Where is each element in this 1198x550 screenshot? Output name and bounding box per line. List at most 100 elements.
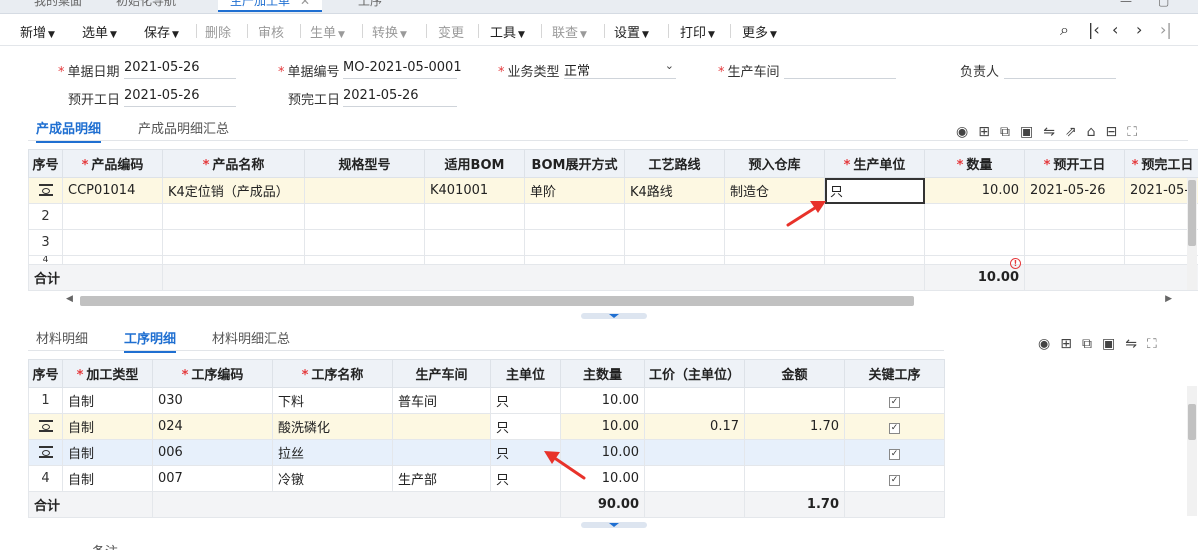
batch-fill-icon[interactable]: ▣ (1020, 124, 1043, 140)
cell-main-unit[interactable]: 只 (490, 465, 561, 492)
cell-process-type[interactable]: 自制 (62, 413, 153, 440)
col-plan-end[interactable]: * 预完工日 (1124, 149, 1198, 178)
process-grid-vscroll[interactable] (1187, 386, 1197, 516)
cell-process-code[interactable]: 030 (152, 387, 273, 414)
export-icon[interactable]: ⇗ (1065, 124, 1087, 140)
scroll-left-icon[interactable]: ◀ (66, 294, 73, 304)
cell-warehouse[interactable]: 制造仓 (724, 177, 825, 204)
table-row[interactable]: 自制 006 拉丝 只 10.00 ✓ (28, 439, 945, 466)
cell-key-process[interactable]: ✓ (844, 413, 945, 440)
cell-bom[interactable]: K401001 (424, 177, 525, 204)
plan-start-field[interactable]: 2021-05-26 (124, 87, 236, 107)
cell-process-code[interactable]: 007 (152, 465, 273, 492)
key-process-checkbox[interactable]: ✓ (889, 475, 900, 486)
col-main-unit[interactable]: 主单位 (490, 359, 561, 388)
doc-date-field[interactable]: 2021-05-26 (124, 59, 236, 79)
tab-init-nav[interactable]: 初始化导航 (116, 0, 176, 12)
close-icon[interactable]: ✕ (300, 0, 310, 8)
cell-bom-mode[interactable]: 单阶 (524, 177, 625, 204)
cell-qty[interactable] (924, 229, 1025, 256)
more-button[interactable]: 更多 ▼ (742, 22, 777, 41)
locate-icon[interactable]: ◉ (1038, 336, 1060, 352)
first-record-icon[interactable]: |‹ (1088, 20, 1100, 39)
cell-product-code[interactable] (62, 203, 163, 230)
cell-main-qty[interactable]: 10.00 (560, 465, 645, 492)
cell-process-code[interactable]: 006 (152, 439, 273, 466)
table-row[interactable]: 4 (28, 255, 1198, 265)
new-button[interactable]: 新增 ▼ (20, 22, 55, 41)
cell-workshop[interactable] (392, 439, 491, 466)
row-action-icon[interactable] (28, 177, 63, 204)
cell-warehouse[interactable] (724, 229, 825, 256)
key-process-checkbox[interactable]: ✓ (889, 423, 900, 434)
cell-route[interactable]: K4路线 (624, 177, 725, 204)
cell-route[interactable] (624, 203, 725, 230)
cell-main-unit[interactable]: 只 (490, 439, 561, 466)
table-row[interactable]: 1 自制 030 下料 普车间 只 10.00 ✓ (28, 387, 945, 414)
tab-material-summary[interactable]: 材料明细汇总 (212, 328, 290, 347)
biz-type-select[interactable]: 正常 ⌄ (564, 59, 676, 79)
search-doc-icon[interactable]: ⌕ (1060, 20, 1069, 40)
cell-amount[interactable]: 1.70 (744, 413, 845, 440)
cell-process-name[interactable]: 下料 (272, 387, 393, 414)
cell-bom[interactable] (424, 229, 525, 256)
col-warehouse[interactable]: 预入仓库 (724, 149, 825, 178)
cell-spec[interactable] (304, 203, 425, 230)
cell-process-name[interactable]: 冷镦 (272, 465, 393, 492)
tab-material-detail[interactable]: 材料明细 (36, 328, 88, 347)
col-route[interactable]: 工艺路线 (624, 149, 725, 178)
scroll-thumb[interactable] (1188, 404, 1196, 440)
cell-main-qty[interactable]: 10.00 (560, 439, 645, 466)
col-amount[interactable]: 金额 (744, 359, 845, 388)
cell-process-type[interactable]: 自制 (62, 439, 153, 466)
select-button[interactable]: 选单 ▼ (82, 22, 117, 41)
cell-unit-price[interactable] (644, 465, 745, 492)
key-process-checkbox[interactable]: ✓ (889, 397, 900, 408)
col-product-name[interactable]: * 产品名称 (162, 149, 305, 178)
cell-amount[interactable] (744, 439, 845, 466)
generate-button[interactable]: 生单 ▼ (310, 22, 345, 41)
cell-main-unit[interactable]: 只 (490, 387, 561, 414)
print-button[interactable]: 打印 ▼ (680, 22, 715, 41)
cell-spec[interactable] (304, 229, 425, 256)
product-grid-hscroll[interactable]: ◀ ▶ (64, 294, 1174, 308)
cell-unit[interactable] (824, 203, 925, 230)
row-action-icon[interactable] (28, 413, 63, 440)
col-product-code[interactable]: * 产品编码 (62, 149, 163, 178)
cell-product-name[interactable]: K4定位销（产成品） (162, 177, 305, 204)
cell-unit-price[interactable]: 0.17 (644, 413, 745, 440)
cell-key-process[interactable]: ✓ (844, 439, 945, 466)
tab-my-desktop[interactable]: 我的桌面 (34, 0, 82, 12)
query-button[interactable]: 联查 ▼ (552, 22, 587, 41)
col-key-process[interactable]: 关键工序 (844, 359, 945, 388)
cell-qty[interactable] (924, 203, 1025, 230)
col-process-name[interactable]: * 工序名称 (272, 359, 393, 388)
cell-product-code[interactable] (62, 229, 163, 256)
maximize-icon[interactable]: ▢ (1158, 0, 1169, 8)
cell-route[interactable] (624, 229, 725, 256)
plan-end-field[interactable]: 2021-05-26 (343, 87, 457, 107)
cell-plan-start[interactable] (1024, 229, 1125, 256)
cell-key-process[interactable]: ✓ (844, 465, 945, 492)
cell-bom-mode[interactable] (524, 229, 625, 256)
cell-amount[interactable] (744, 465, 845, 492)
home-icon[interactable]: ⌂ (1087, 124, 1106, 140)
delete-button[interactable]: 删除 (205, 22, 231, 41)
cell-workshop[interactable]: 生产部 (392, 465, 491, 492)
insert-row-icon[interactable]: ⊞ (978, 124, 1000, 140)
next-record-icon[interactable]: › (1136, 20, 1142, 39)
product-grid-vscroll[interactable] (1187, 178, 1197, 290)
col-process-type[interactable]: * 加工类型 (62, 359, 153, 388)
cell-plan-start[interactable] (1024, 203, 1125, 230)
table-row[interactable]: 3 (28, 229, 1198, 256)
cell-unit-price[interactable] (644, 387, 745, 414)
batch-fill-icon[interactable]: ▣ (1102, 336, 1125, 352)
cell-workshop[interactable] (392, 413, 491, 440)
scroll-thumb[interactable] (1188, 180, 1196, 246)
prev-record-icon[interactable]: ‹ (1112, 20, 1118, 39)
insert-row-icon[interactable]: ⊞ (1060, 336, 1082, 352)
cell-bom[interactable] (424, 203, 525, 230)
cell-qty[interactable]: 10.00 (924, 177, 1025, 204)
cell-process-type[interactable]: 自制 (62, 387, 153, 414)
key-process-checkbox[interactable]: ✓ (889, 449, 900, 460)
